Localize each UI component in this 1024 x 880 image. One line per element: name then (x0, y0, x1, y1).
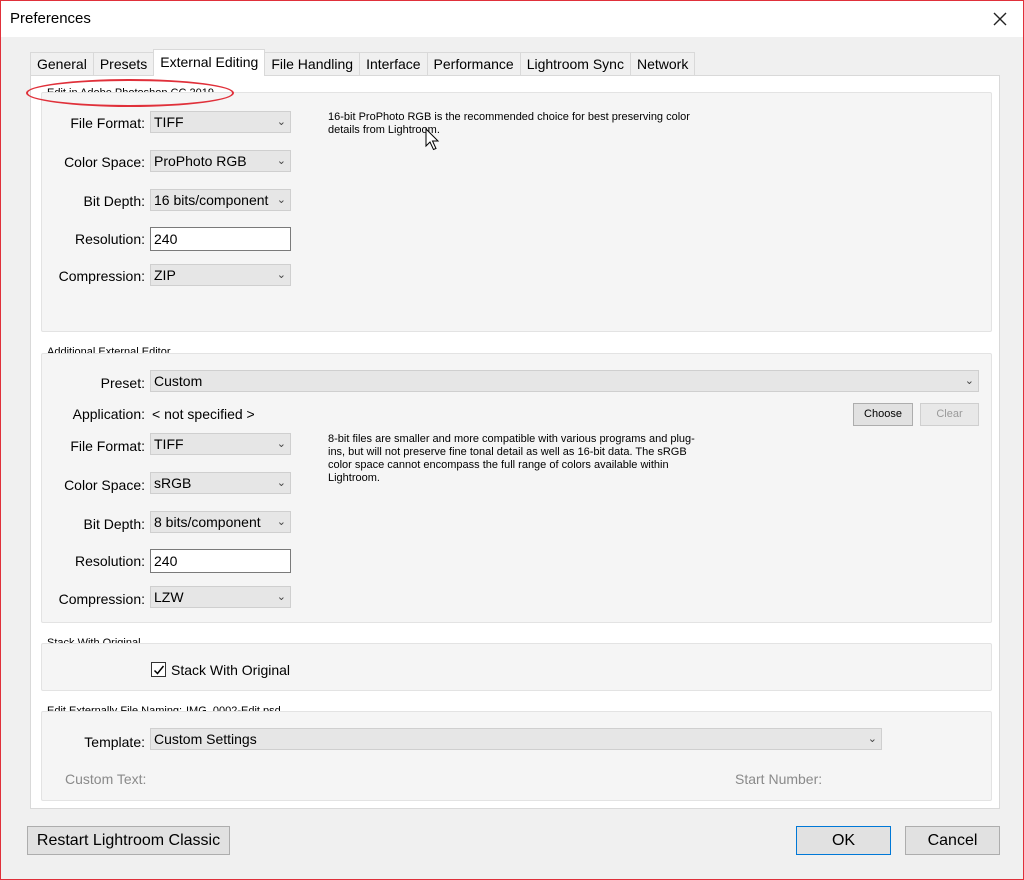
tab-performance[interactable]: Performance (426, 52, 520, 76)
close-button[interactable] (985, 5, 1015, 33)
chevron-down-icon: ⌄ (276, 477, 286, 489)
preset-value: Custom (154, 373, 203, 389)
ae-color-space-label: Color Space: (64, 477, 145, 493)
template-value: Custom Settings (154, 731, 257, 747)
ps-resolution-label: Resolution: (74, 231, 145, 247)
ps-file-format-label: File Format: (70, 115, 145, 131)
ps-file-format-select[interactable]: TIFF ⌄ (150, 111, 291, 133)
chevron-down-icon: ⌄ (276, 516, 286, 528)
template-label: Template: (84, 734, 145, 750)
ps-hint-text: 16-bit ProPhoto RGB is the recommended c… (328, 111, 690, 136)
ps-bit-depth-label: Bit Depth: (83, 193, 145, 209)
chevron-down-icon: ⌄ (276, 155, 286, 167)
tab-general[interactable]: General (30, 52, 93, 76)
tab-network[interactable]: Network (629, 52, 696, 76)
restart-lightroom-button[interactable]: Restart Lightroom Classic (27, 826, 230, 855)
application-value: < not specified > (152, 406, 255, 422)
chevron-down-icon: ⌄ (964, 375, 974, 387)
ps-color-space-label: Color Space: (64, 154, 145, 170)
ae-file-format-value: TIFF (154, 436, 184, 452)
ae-compression-value: LZW (154, 589, 184, 605)
check-icon (153, 665, 164, 675)
ae-bit-depth-select[interactable]: 8 bits/component ⌄ (150, 511, 291, 533)
ae-bit-depth-value: 8 bits/component (154, 514, 261, 530)
chevron-down-icon: ⌄ (276, 269, 286, 281)
ps-file-format-value: TIFF (154, 114, 184, 130)
chevron-down-icon: ⌄ (867, 733, 877, 745)
ps-compression-select[interactable]: ZIP ⌄ (150, 264, 291, 286)
template-select[interactable]: Custom Settings ⌄ (150, 728, 882, 750)
tab-file-handling[interactable]: File Handling (265, 52, 360, 76)
ok-button[interactable]: OK (796, 826, 891, 855)
ps-resolution-input[interactable]: 240 (150, 227, 291, 251)
ae-compression-label: Compression: (58, 591, 145, 607)
application-label: Application: (72, 406, 145, 422)
ps-bit-depth-select[interactable]: 16 bits/component ⌄ (150, 189, 291, 211)
ae-compression-select[interactable]: LZW ⌄ (150, 586, 291, 608)
window-title: Preferences (10, 10, 91, 27)
chevron-down-icon: ⌄ (276, 438, 286, 450)
tab-interface[interactable]: Interface (359, 52, 427, 76)
chevron-down-icon: ⌄ (276, 194, 286, 206)
tab-bar: General Presets External Editing File Ha… (30, 49, 696, 76)
ae-file-format-select[interactable]: TIFF ⌄ (150, 433, 291, 455)
ae-resolution-label: Resolution: (74, 553, 145, 569)
preset-select[interactable]: Custom ⌄ (150, 370, 979, 392)
ps-bit-depth-value: 16 bits/component (154, 192, 269, 208)
preset-label: Preset: (100, 375, 145, 391)
ae-hint-text: 8-bit files are smaller and more compati… (328, 433, 695, 484)
ae-file-format-label: File Format: (70, 438, 145, 454)
ps-color-space-value: ProPhoto RGB (154, 153, 247, 169)
ps-compression-label: Compression: (58, 268, 145, 284)
ae-resolution-input[interactable]: 240 (150, 549, 291, 573)
close-icon (993, 12, 1007, 26)
tab-external-editing[interactable]: External Editing (153, 49, 266, 76)
naming-section (41, 711, 992, 801)
ae-color-space-value: sRGB (154, 475, 192, 491)
ae-color-space-select[interactable]: sRGB ⌄ (150, 472, 291, 494)
choose-button[interactable]: Choose (853, 403, 913, 426)
chevron-down-icon: ⌄ (276, 591, 286, 603)
ps-color-space-select[interactable]: ProPhoto RGB ⌄ (150, 150, 291, 172)
stack-with-original-label[interactable]: Stack With Original (171, 662, 290, 678)
stack-with-original-checkbox[interactable] (151, 662, 166, 677)
cancel-button[interactable]: Cancel (905, 826, 1000, 855)
title-bar: Preferences (1, 1, 1023, 37)
ps-compression-value: ZIP (154, 267, 176, 283)
preferences-window: Preferences General Presets External Edi… (0, 0, 1024, 880)
chevron-down-icon: ⌄ (276, 116, 286, 128)
ae-bit-depth-label: Bit Depth: (83, 516, 145, 532)
tab-presets[interactable]: Presets (92, 52, 154, 76)
clear-button[interactable]: Clear (920, 403, 979, 426)
tab-lightroom-sync[interactable]: Lightroom Sync (519, 52, 630, 76)
custom-text-label: Custom Text: (65, 771, 147, 787)
start-number-label: Start Number: (735, 771, 823, 787)
